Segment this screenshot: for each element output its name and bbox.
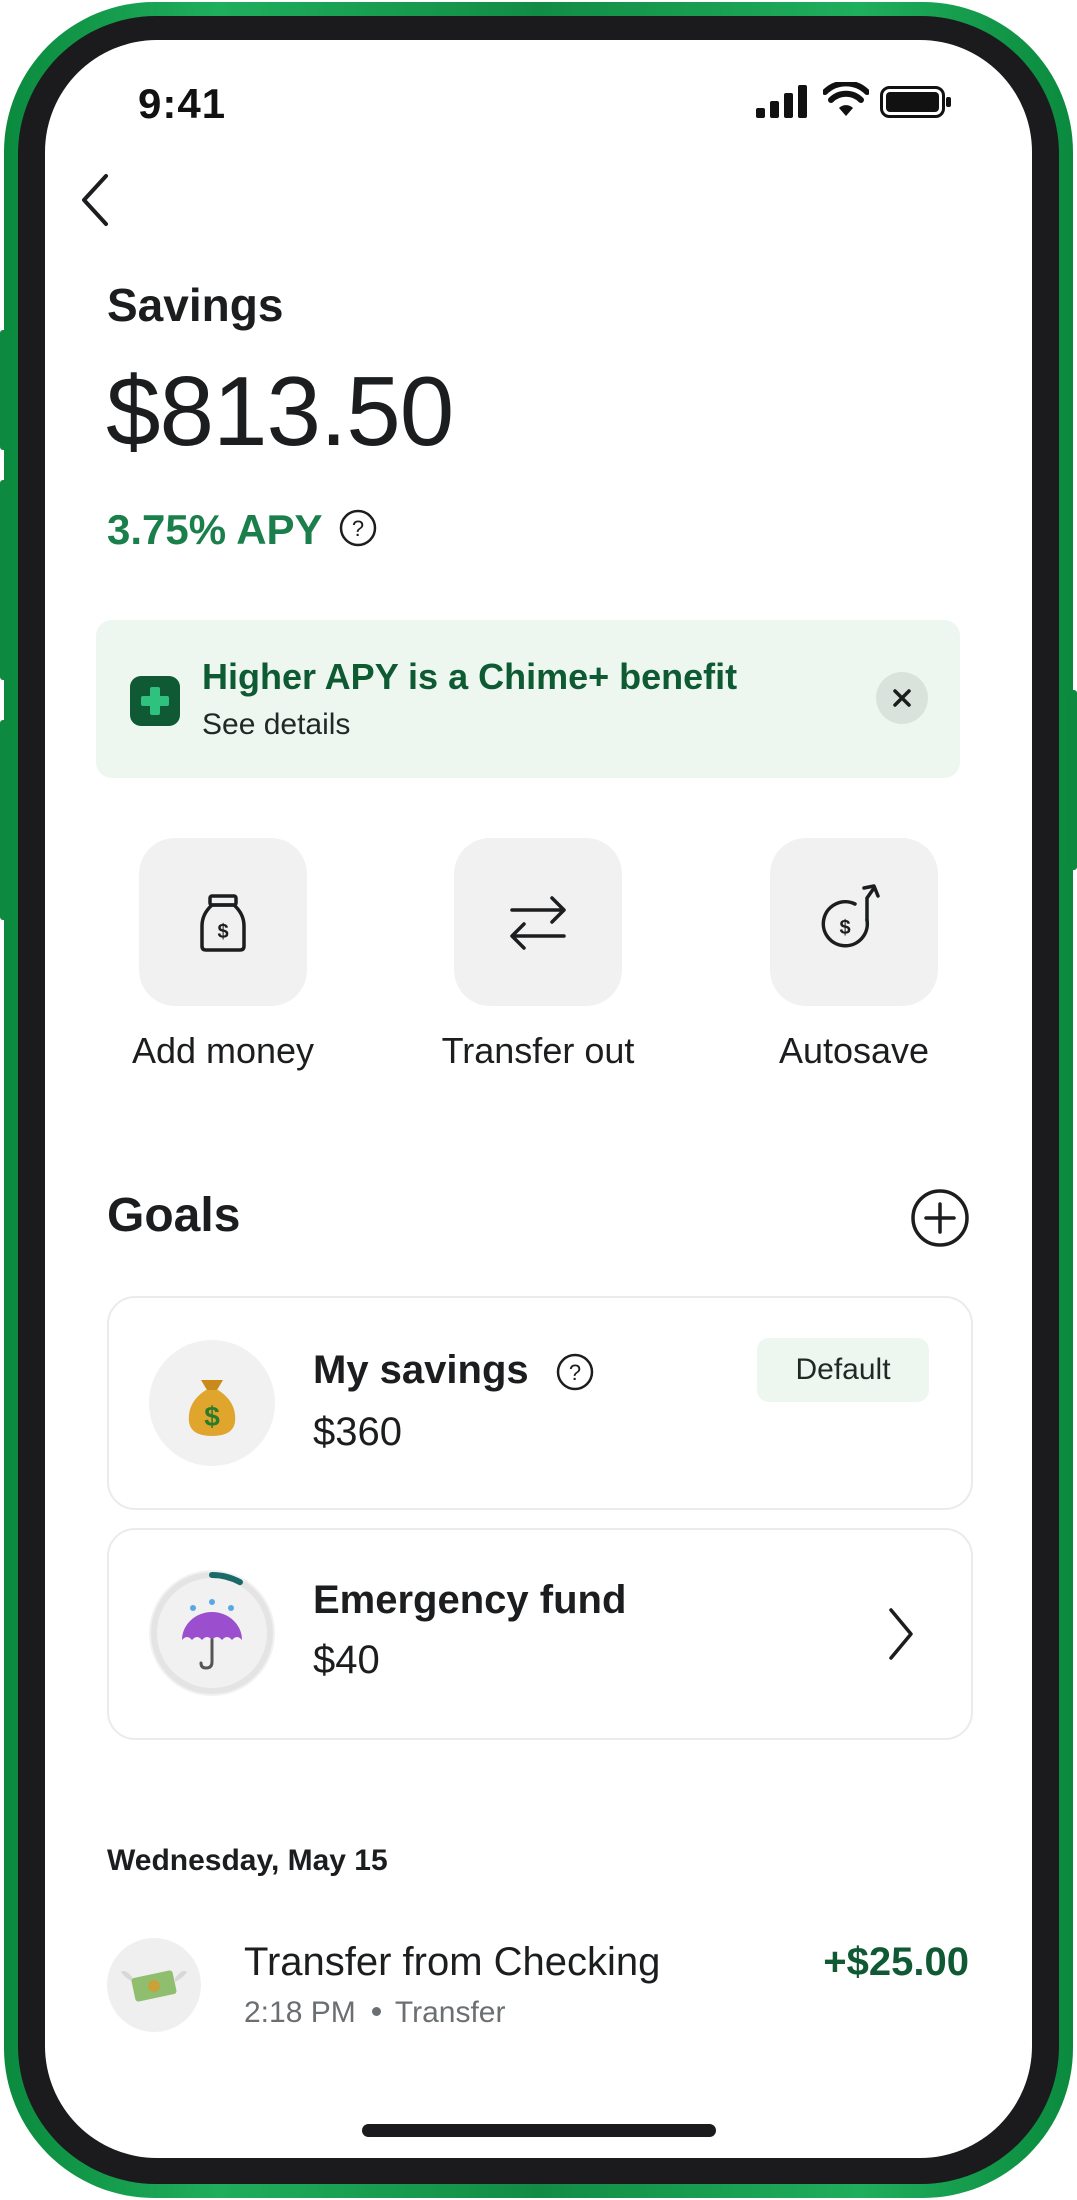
transfer-out-button[interactable]: [454, 838, 622, 1006]
close-button[interactable]: [876, 672, 928, 724]
help-icon[interactable]: ?: [338, 508, 378, 548]
see-details-link[interactable]: See details: [202, 708, 350, 742]
chime-plus-icon: [130, 676, 180, 726]
side-button: [0, 330, 7, 450]
umbrella-icon: [182, 1599, 242, 1670]
chime-plus-promo-banner[interactable]: Higher APY is a Chime+ benefit See detai…: [96, 620, 960, 778]
money-bag-icon: $: [188, 1380, 236, 1436]
chevron-right-icon: [889, 1608, 913, 1660]
svg-text:?: ?: [352, 516, 364, 541]
goal-amount: $40: [313, 1638, 380, 1682]
promo-title: Higher APY is a Chime+ benefit: [202, 656, 738, 697]
autosave-icon: $: [821, 884, 880, 948]
goals-heading: Goals: [107, 1189, 241, 1242]
side-button: [1070, 690, 1077, 870]
balance-amount: $813.50: [106, 356, 454, 466]
transaction-amount: +$25.00: [823, 1940, 969, 1984]
side-button: [0, 480, 7, 680]
transaction-time: 2:18 PM: [244, 1996, 356, 2029]
transfer-arrows-icon: [510, 896, 566, 950]
goal-avatar: [149, 1570, 275, 1696]
cellular-signal-icon: [756, 85, 807, 118]
goal-card-emergency-fund[interactable]: Emergency fund $40: [107, 1528, 973, 1740]
separator-dot: [372, 2007, 382, 2017]
goal-name: Emergency fund: [313, 1578, 627, 1622]
goal-amount: $360: [313, 1410, 402, 1454]
home-indicator: [362, 2124, 716, 2137]
status-time: 9:41: [138, 80, 227, 127]
transfer-out-label: Transfer out: [441, 1030, 635, 1071]
money-with-wings-icon: [121, 1970, 187, 2002]
activity-date-heading: Wednesday, May 15: [107, 1844, 388, 1877]
default-badge: Default: [757, 1338, 929, 1402]
goal-card-my-savings[interactable]: $ My savings ? Default $360: [107, 1296, 973, 1510]
svg-text:$: $: [839, 917, 850, 939]
transaction-type: Transfer: [394, 1996, 506, 2029]
money-jar-icon: $: [200, 894, 246, 952]
add-goal-icon[interactable]: [910, 1188, 970, 1248]
add-money-label: Add money: [131, 1030, 315, 1071]
autosave-button[interactable]: $: [770, 838, 938, 1006]
transaction-avatar: [107, 1938, 201, 2032]
goal-avatar: $: [149, 1340, 275, 1466]
goal-name: My savings: [313, 1348, 529, 1392]
goal-progress-ring: [151, 1572, 273, 1694]
help-icon[interactable]: ?: [555, 1352, 595, 1392]
page-title: Savings: [107, 279, 284, 331]
svg-text:$: $: [217, 921, 228, 943]
transaction-name[interactable]: Transfer from Checking: [244, 1940, 660, 1985]
close-icon: [893, 689, 911, 707]
wifi-icon: [823, 82, 869, 116]
apy-rate: 3.75% APY: [107, 506, 323, 553]
transaction-meta: 2:18 PM Transfer: [244, 1996, 505, 2030]
battery-icon: [880, 86, 951, 118]
svg-text:$: $: [204, 1401, 220, 1432]
back-chevron-icon[interactable]: [72, 170, 120, 230]
add-money-button[interactable]: $: [139, 838, 307, 1006]
svg-text:?: ?: [569, 1360, 581, 1385]
autosave-label: Autosave: [778, 1030, 930, 1071]
side-button: [0, 720, 7, 920]
